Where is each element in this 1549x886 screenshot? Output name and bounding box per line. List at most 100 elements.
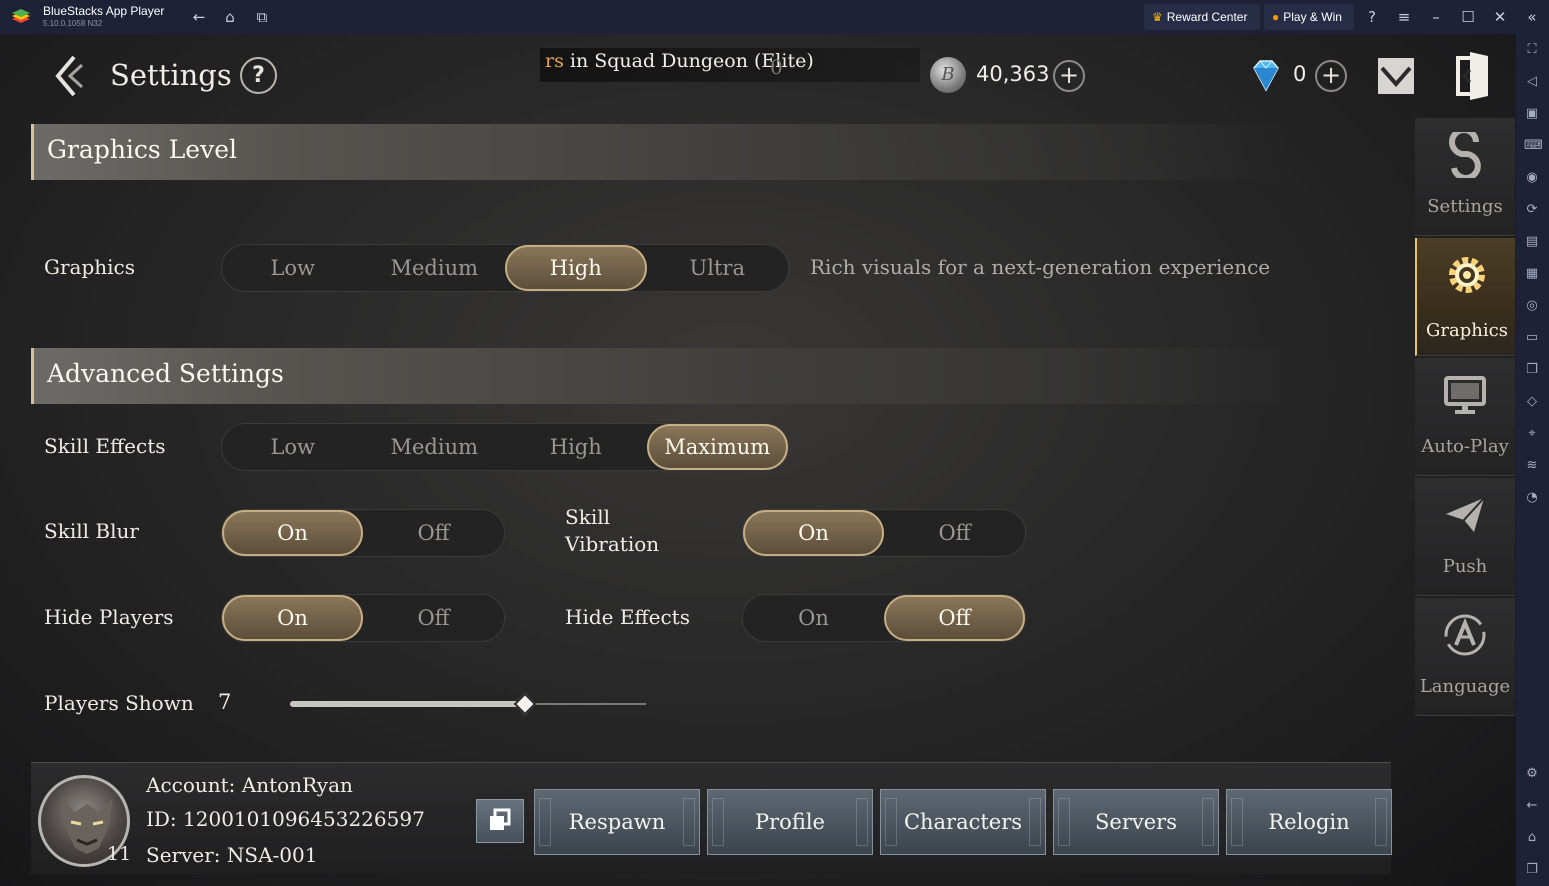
ticker-count: 0 [770,55,783,79]
tab-auto-play[interactable]: Auto-Play [1415,358,1515,476]
crown-icon: ♛ [1152,10,1163,24]
ticker-prefix: rs [545,50,564,72]
location-icon[interactable]: ⌖ [1524,426,1540,442]
reward-center-label: Reward Center [1166,10,1248,24]
android-back-icon[interactable]: ← [1524,798,1540,814]
back-icon[interactable] [52,53,88,99]
players-shown-label: Players Shown [44,691,194,715]
skill-blur-label: Skill Blur [44,519,139,543]
macro-icon[interactable]: ◉ [1524,170,1540,186]
skill-vibration-label: Skill Vibration [565,505,659,556]
apk-install-icon[interactable]: ▦ [1524,266,1540,282]
graphics-level-header: Graphics Level [31,124,1291,180]
app-version: 5.10.0.1058 N32 [43,19,103,28]
gear-icon [1449,257,1485,293]
skill-effects-option-medium[interactable]: Medium [364,424,506,470]
gear-icon[interactable]: ⚙ [1524,766,1540,782]
performance-icon[interactable]: ▤ [1524,234,1540,250]
skill-effects-option-maximum[interactable]: Maximum [646,424,789,470]
copy-icon [490,808,511,830]
add-gems-button[interactable]: + [1315,60,1347,92]
players-shown-slider-thumb[interactable] [513,692,537,716]
tab-graphics[interactable]: Graphics [1415,238,1515,356]
respawn-button[interactable]: Respawn [534,789,700,855]
account-name: Account: AntonRyan [146,773,353,797]
recent-apps-icon[interactable]: ❐ [1524,862,1540,878]
copy-id-button[interactable] [476,799,524,843]
graphics-quality-selector: Low Medium High Ultra [221,244,789,292]
players-shown-slider-fill [290,701,525,707]
servers-button[interactable]: Servers [1053,789,1219,855]
close-icon[interactable]: ✕ [1488,6,1512,28]
hide-effects-label: Hide Effects [565,605,690,629]
character-level: 11 [107,843,132,865]
folder-icon[interactable]: ▭ [1524,330,1540,346]
play-win-button[interactable]: ● Play & Win [1264,4,1354,30]
players-shown-value: 7 [218,690,232,714]
hide-effects-off[interactable]: Off [883,595,1025,641]
coin-icon: ● [1272,10,1280,24]
fullscreen-icon[interactable]: ⛶ [1524,42,1540,58]
play-win-label: Play & Win [1283,10,1342,24]
reward-center-button[interactable]: ♛ Reward Center [1144,4,1260,30]
profile-button[interactable]: Profile [707,789,873,855]
android-home-icon[interactable]: ⌂ [1524,830,1540,846]
layers-icon[interactable]: ≋ [1524,458,1540,474]
eco-mode-icon[interactable]: ◇ [1524,394,1540,410]
account-server: Server: NSA-001 [146,843,318,867]
tab-graphics-label: Graphics [1426,320,1508,341]
characters-button[interactable]: Characters [880,789,1046,855]
hide-players-label: Hide Players [44,605,174,629]
maximize-icon[interactable]: ☐ [1456,6,1480,28]
graphics-option-medium[interactable]: Medium [364,245,506,291]
graphics-option-ultra[interactable]: Ultra [647,245,789,291]
bluestacks-logo-icon [12,9,30,23]
collapse-sidebar-icon[interactable]: « [1520,6,1544,28]
emulator-sidebar: ⛶ ◁ ▣ ⌨ ◉ ⟳ ▤ ▦ ◎ ▭ ❐ ◇ ⌖ ≋ ◔ ⚙ ← ⌂ ❐ [1516,34,1549,886]
skill-vibration-off[interactable]: Off [884,510,1025,556]
skill-blur-on[interactable]: On [222,510,364,556]
app-title: BlueStacks App Player [43,4,165,18]
keyboard-icon[interactable]: ⌨ [1524,138,1543,154]
hide-players-on[interactable]: On [222,595,364,641]
graphics-description: Rich visuals for a next-generation exper… [810,255,1271,279]
menu-icon[interactable]: ≡ [1392,6,1416,28]
settings-category-tabs: Settings Graphics Auto-Play Push Languag… [1415,118,1515,718]
exit-door-icon[interactable] [1450,50,1494,102]
collapse-chevron-icon[interactable] [1378,58,1414,94]
graphics-option-high[interactable]: High [505,245,647,291]
multi-instance-icon[interactable]: ❐ [1524,362,1540,378]
help-circle-icon[interactable]: ? [1360,6,1384,28]
volume-icon[interactable]: ◁ [1524,74,1540,90]
skill-blur-off[interactable]: Off [363,510,504,556]
hide-effects-toggle: On Off [742,594,1026,642]
sync-icon[interactable]: ◔ [1524,490,1540,506]
tab-push[interactable]: Push [1415,478,1515,596]
multi-window-icon[interactable]: ⧉ [250,6,274,28]
language-icon [1444,614,1486,656]
skill-effects-option-high[interactable]: High [505,424,647,470]
add-silver-button[interactable]: + [1053,60,1085,92]
skill-effects-option-low[interactable]: Low [222,424,364,470]
account-id: ID: 1200101096453226597 [146,807,425,831]
home-icon[interactable]: ⌂ [218,6,242,28]
skill-blur-toggle: On Off [221,509,505,557]
tab-language[interactable]: Language [1415,598,1515,716]
graphics-label: Graphics [44,255,136,279]
help-icon[interactable]: ? [240,57,277,94]
rotate-icon[interactable]: ⟳ [1524,202,1540,218]
relogin-button[interactable]: Relogin [1226,789,1392,855]
emulator-titlebar: BlueStacks App Player 5.10.0.1058 N32 ← … [0,0,1549,34]
minimize-icon[interactable]: – [1424,6,1448,28]
advanced-settings-header: Advanced Settings [31,348,1291,404]
hide-players-off[interactable]: Off [363,595,504,641]
hide-effects-on[interactable]: On [743,595,884,641]
screen-record-icon[interactable]: ▣ [1524,106,1540,122]
hide-players-toggle: On Off [221,594,505,642]
tab-settings[interactable]: Settings [1415,118,1515,236]
advanced-settings-title: Advanced Settings [47,359,284,388]
back-arrow-icon[interactable]: ← [187,6,211,28]
graphics-option-low[interactable]: Low [222,245,364,291]
screenshot-icon[interactable]: ◎ [1524,298,1540,314]
skill-vibration-on[interactable]: On [743,510,885,556]
